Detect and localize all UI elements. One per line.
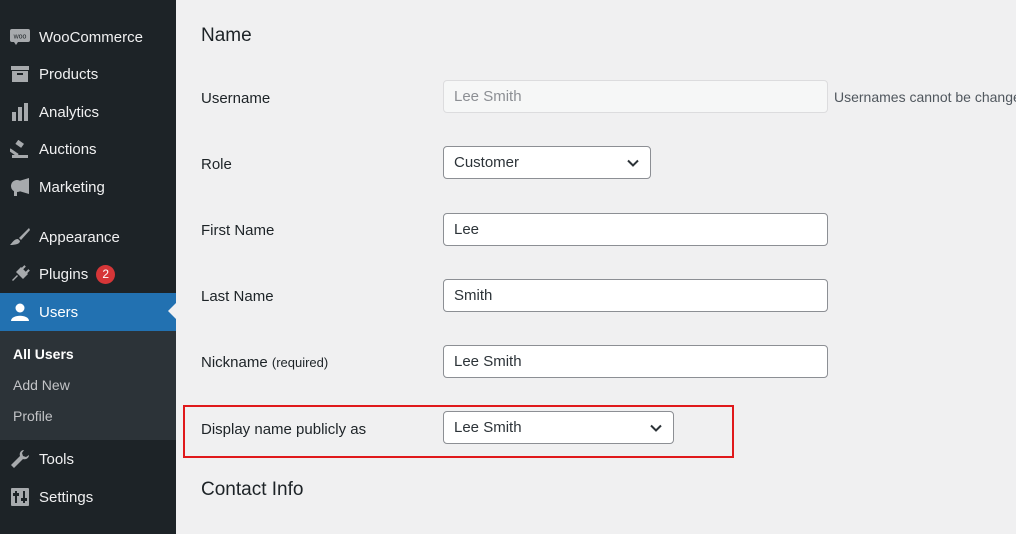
display-name-select-value: Lee Smith: [454, 419, 522, 436]
name-section-heading: Name: [201, 25, 252, 46]
plugin-icon: [9, 263, 31, 285]
sidebar-item-label: Settings: [39, 488, 94, 506]
submenu-profile[interactable]: Profile: [13, 408, 53, 424]
first-name-input[interactable]: Lee: [443, 213, 828, 246]
sidebar-item-label: WooCommerce: [39, 28, 143, 46]
woo-icon: woo: [9, 26, 31, 48]
username-label: Username: [201, 90, 271, 107]
sidebar-item-appearance[interactable]: Appearance: [0, 219, 176, 255]
chevron-down-icon: [627, 159, 639, 167]
users-submenu: All Users Add New Profile: [0, 331, 176, 440]
nickname-label: Nickname (required): [201, 354, 329, 371]
sidebar-item-label: Tools: [39, 450, 75, 468]
sidebar-item-users[interactable]: Users: [0, 293, 176, 331]
sidebar-item-label: Marketing: [39, 178, 105, 196]
settings-icon: [9, 486, 31, 508]
user-icon: [9, 301, 31, 323]
sidebar-item-products[interactable]: Products: [0, 56, 176, 92]
sidebar-item-settings[interactable]: Settings: [0, 479, 176, 515]
wrench-icon: [9, 448, 31, 470]
sidebar-item-label: Users: [39, 303, 79, 321]
sidebar-item-woocommerce[interactable]: woo WooCommerce: [0, 19, 176, 55]
last-name-label: Last Name: [201, 288, 274, 305]
chevron-down-icon: [650, 424, 662, 432]
sidebar-item-auctions[interactable]: Auctions: [0, 131, 176, 167]
role-select-value: Customer: [454, 154, 520, 171]
last-name-input[interactable]: Smith: [443, 279, 828, 312]
display-name-label: Display name publicly as: [201, 421, 367, 438]
sidebar-item-plugins[interactable]: Plugins 2: [0, 256, 176, 292]
gavel-icon: [9, 138, 31, 160]
sidebar-item-label: Auctions: [39, 140, 97, 158]
bar-chart-icon: [9, 101, 31, 123]
sidebar-item-tools[interactable]: Tools: [0, 441, 176, 477]
username-description: Usernames cannot be changed.: [834, 89, 1016, 105]
username-input: Lee Smith: [443, 80, 828, 113]
role-select[interactable]: Customer: [443, 146, 651, 179]
contact-info-heading: Contact Info: [201, 479, 304, 500]
required-note: (required): [271, 355, 329, 370]
sidebar-item-label: Plugins 2: [39, 264, 116, 284]
sidebar-item-analytics[interactable]: Analytics: [0, 94, 176, 130]
display-name-select[interactable]: Lee Smith: [443, 411, 674, 444]
submenu-add-new[interactable]: Add New: [13, 377, 70, 393]
update-count-badge: 2: [96, 264, 116, 284]
admin-sidebar: woo WooCommerce Products Analytics Aucti…: [0, 0, 176, 534]
sidebar-item-marketing[interactable]: Marketing: [0, 169, 176, 205]
archive-icon: [9, 63, 31, 85]
svg-text:woo: woo: [13, 34, 27, 41]
paintbrush-icon: [9, 226, 31, 248]
megaphone-icon: [9, 176, 31, 198]
sidebar-item-label: Products: [39, 65, 99, 83]
first-name-label: First Name: [201, 222, 275, 239]
role-label: Role: [201, 156, 232, 173]
sidebar-item-label: Appearance: [39, 228, 120, 246]
nickname-input[interactable]: Lee Smith: [443, 345, 828, 378]
submenu-all-users[interactable]: All Users: [13, 346, 74, 362]
sidebar-item-label: Analytics: [39, 103, 100, 121]
